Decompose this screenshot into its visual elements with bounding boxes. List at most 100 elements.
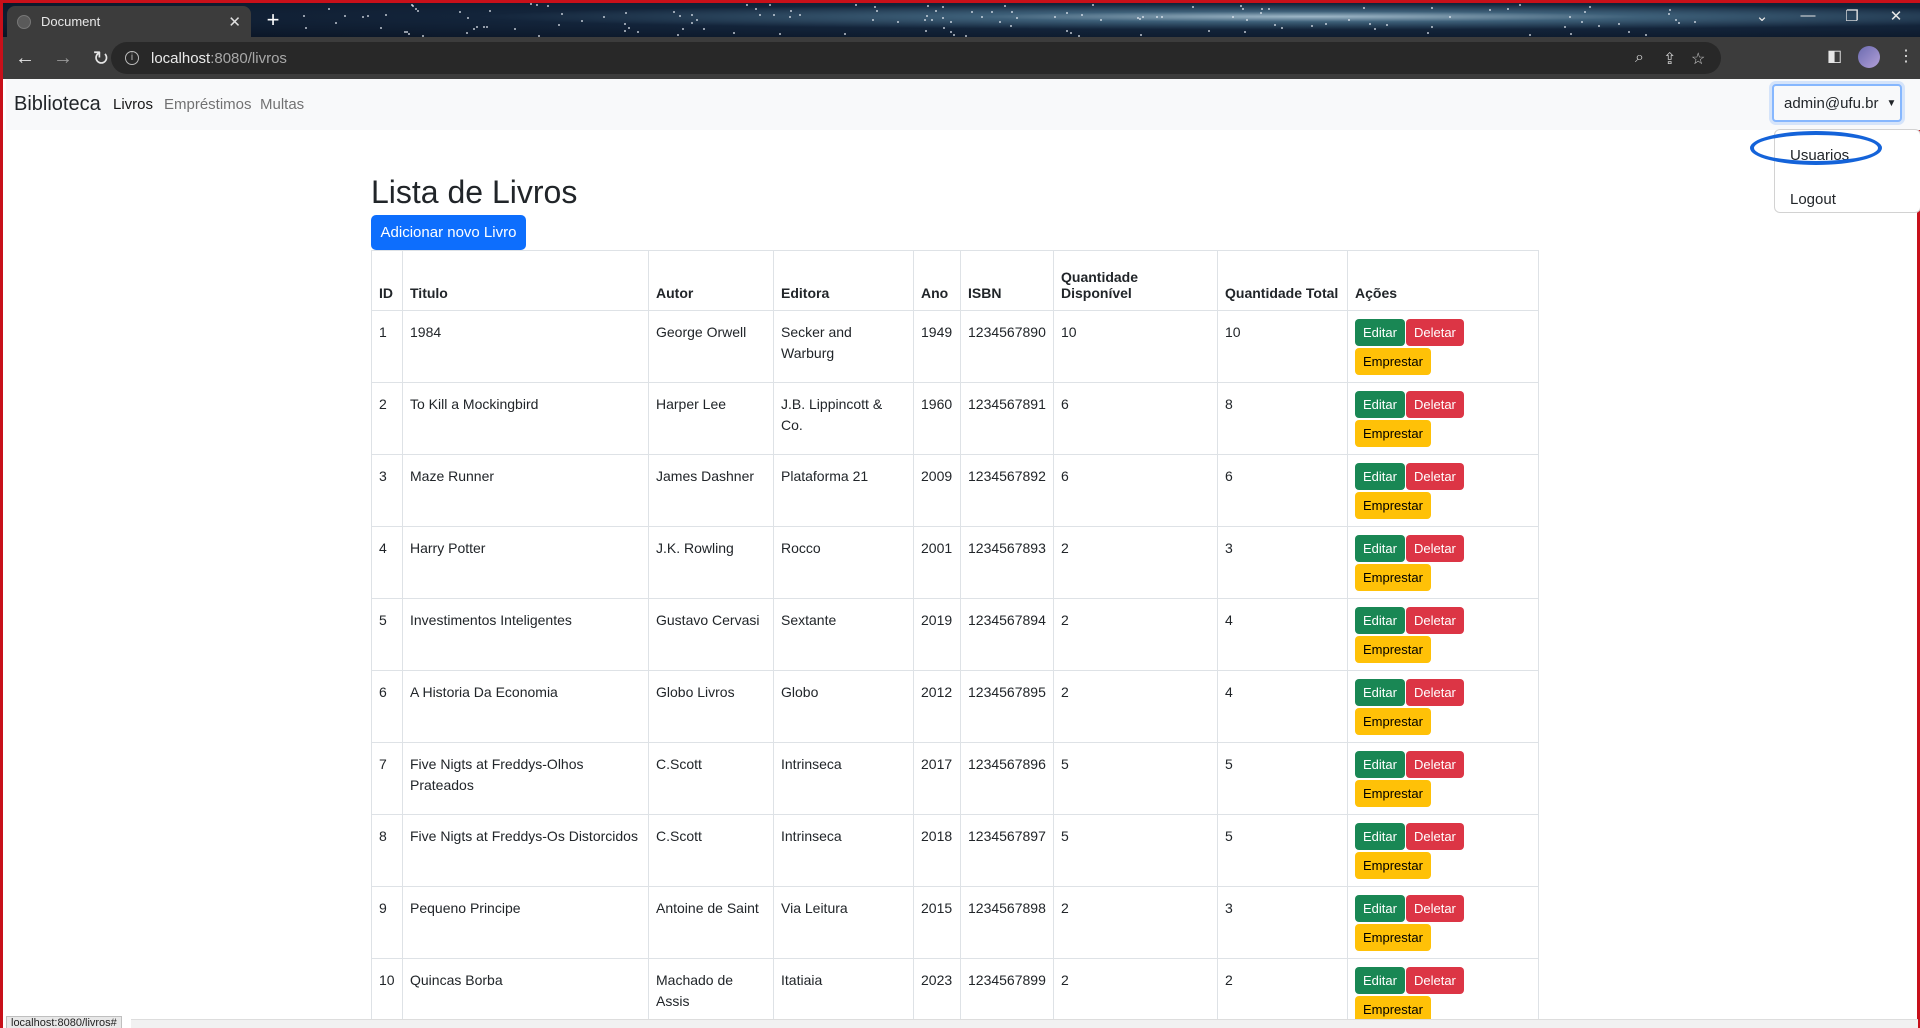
star-decoration bbox=[999, 20, 1002, 23]
lend-button[interactable]: Emprestar bbox=[1355, 348, 1431, 375]
edit-button[interactable]: Editar bbox=[1355, 535, 1405, 562]
close-window-button[interactable]: ✕ bbox=[1873, 7, 1919, 25]
lend-button[interactable]: Emprestar bbox=[1355, 564, 1431, 591]
star-decoration bbox=[1668, 13, 1671, 16]
actions-cell: Editar Deletar Emprestar bbox=[1347, 670, 1539, 743]
lend-button[interactable]: Emprestar bbox=[1355, 492, 1431, 519]
side-panel-icon[interactable]: ◧ bbox=[1827, 46, 1842, 66]
info-icon[interactable]: i bbox=[125, 51, 139, 65]
table-cell: 2018 bbox=[913, 814, 961, 887]
edit-button[interactable]: Editar bbox=[1355, 751, 1405, 778]
delete-button[interactable]: Deletar bbox=[1405, 391, 1464, 418]
add-book-button[interactable]: Adicionar novo Livro bbox=[371, 215, 526, 250]
user-email: admin@ufu.br bbox=[1784, 94, 1879, 112]
delete-button[interactable]: Deletar bbox=[1405, 895, 1464, 922]
address-bar[interactable]: i localhost:8080/livros ⌕ ⇪ ☆ bbox=[111, 42, 1721, 74]
forward-icon[interactable]: → bbox=[47, 47, 79, 70]
table-row: 3 Maze Runner James Dashner Plataforma 21 20… bbox=[371, 454, 1539, 527]
share-icon[interactable]: ⇪ bbox=[1663, 49, 1676, 69]
actions-cell: Editar Deletar Emprestar bbox=[1347, 742, 1539, 815]
edit-button[interactable]: Editar bbox=[1355, 319, 1405, 346]
star-decoration bbox=[702, 28, 705, 30]
table-cell: 6 bbox=[1053, 382, 1218, 455]
table-cell: 1234567898 bbox=[960, 886, 1054, 959]
lend-button[interactable]: Emprestar bbox=[1355, 636, 1431, 663]
table-cell: 5 bbox=[1053, 742, 1218, 815]
table-cell: Via Leitura bbox=[773, 886, 914, 959]
star-decoration bbox=[624, 12, 627, 15]
new-tab-button[interactable]: + bbox=[259, 8, 287, 34]
delete-button[interactable]: Deletar bbox=[1405, 823, 1464, 850]
table-cell: George Orwell bbox=[648, 310, 774, 383]
nav-multas[interactable]: Multas bbox=[260, 96, 304, 113]
star-icon[interactable]: ☆ bbox=[1691, 49, 1705, 69]
star-decoration bbox=[695, 18, 698, 21]
star-decoration bbox=[746, 3, 749, 6]
table-cell: 1234567899 bbox=[960, 958, 1054, 1028]
menu-icon[interactable]: ⋮ bbox=[1898, 46, 1914, 66]
table-cell: 1234567896 bbox=[960, 742, 1054, 815]
edit-button[interactable]: Editar bbox=[1355, 823, 1405, 850]
star-decoration bbox=[1488, 8, 1491, 11]
close-tab-icon[interactable]: ✕ bbox=[228, 13, 241, 31]
edit-button[interactable]: Editar bbox=[1355, 679, 1405, 706]
edit-button[interactable]: Editar bbox=[1355, 391, 1405, 418]
delete-button[interactable]: Deletar bbox=[1405, 535, 1464, 562]
back-icon[interactable]: ← bbox=[9, 47, 41, 70]
horizontal-scrollbar[interactable] bbox=[131, 1019, 1918, 1028]
star-decoration bbox=[1091, 3, 1094, 6]
lend-button[interactable]: Emprestar bbox=[1355, 420, 1431, 447]
star-decoration bbox=[1016, 17, 1019, 20]
star-decoration bbox=[1207, 29, 1210, 32]
star-decoration bbox=[1141, 16, 1144, 19]
delete-button[interactable]: Deletar bbox=[1405, 463, 1464, 490]
delete-button[interactable]: Deletar bbox=[1405, 679, 1464, 706]
star-decoration bbox=[934, 10, 937, 13]
edit-button[interactable]: Editar bbox=[1355, 463, 1405, 490]
actions-cell: Editar Deletar Emprestar bbox=[1347, 958, 1539, 1028]
star-decoration bbox=[1311, 25, 1314, 28]
lend-button[interactable]: Emprestar bbox=[1355, 780, 1431, 807]
table-cell: 8 bbox=[371, 814, 403, 887]
star-decoration bbox=[628, 26, 631, 29]
delete-button[interactable]: Deletar bbox=[1405, 967, 1464, 994]
edit-button[interactable]: Editar bbox=[1355, 895, 1405, 922]
edit-button[interactable]: Editar bbox=[1355, 607, 1405, 634]
chevron-down-icon[interactable]: ⌄ bbox=[1739, 7, 1785, 25]
lend-button[interactable]: Emprestar bbox=[1355, 924, 1431, 951]
star-decoration bbox=[1155, 15, 1158, 18]
table-cell: 2015 bbox=[913, 886, 961, 959]
table-row: 1 1984 George Orwell Secker and Warburg 1949… bbox=[371, 310, 1539, 383]
profile-avatar[interactable] bbox=[1858, 46, 1880, 68]
star-decoration bbox=[690, 14, 693, 17]
table-cell: 2023 bbox=[913, 958, 961, 1028]
star-decoration bbox=[732, 32, 735, 35]
star-decoration bbox=[361, 16, 364, 19]
star-decoration bbox=[1099, 18, 1102, 21]
column-header: Ano bbox=[913, 250, 961, 311]
table-cell: 5 bbox=[371, 598, 403, 671]
edit-button[interactable]: Editar bbox=[1355, 967, 1405, 994]
dropdown-item-logout[interactable]: Logout bbox=[1790, 191, 1836, 208]
delete-button[interactable]: Deletar bbox=[1405, 607, 1464, 634]
minimize-button[interactable]: — bbox=[1785, 7, 1831, 24]
table-cell: 2 bbox=[1053, 670, 1218, 743]
delete-button[interactable]: Deletar bbox=[1405, 319, 1464, 346]
user-dropdown-toggle[interactable]: admin@ufu.br ▼ bbox=[1772, 84, 1902, 122]
url-host: localhost bbox=[151, 49, 211, 67]
nav-livros[interactable]: Livros bbox=[113, 96, 153, 113]
zoom-icon[interactable]: ⌕ bbox=[1635, 49, 1644, 67]
delete-button[interactable]: Deletar bbox=[1405, 751, 1464, 778]
lend-button[interactable]: Emprestar bbox=[1355, 852, 1431, 879]
nav-emprestimos[interactable]: Empréstimos bbox=[164, 96, 252, 113]
table-cell: 1949 bbox=[913, 310, 961, 383]
star-decoration bbox=[412, 5, 415, 8]
star-decoration bbox=[417, 9, 419, 12]
brand[interactable]: Biblioteca bbox=[14, 93, 101, 116]
lend-button[interactable]: Emprestar bbox=[1355, 708, 1431, 735]
browser-tab[interactable]: Document ✕ bbox=[7, 6, 251, 37]
star-decoration bbox=[602, 15, 605, 18]
table-cell: Secker and Warburg bbox=[773, 310, 914, 383]
restore-button[interactable]: ❐ bbox=[1829, 7, 1875, 25]
star-decoration bbox=[1066, 29, 1069, 32]
